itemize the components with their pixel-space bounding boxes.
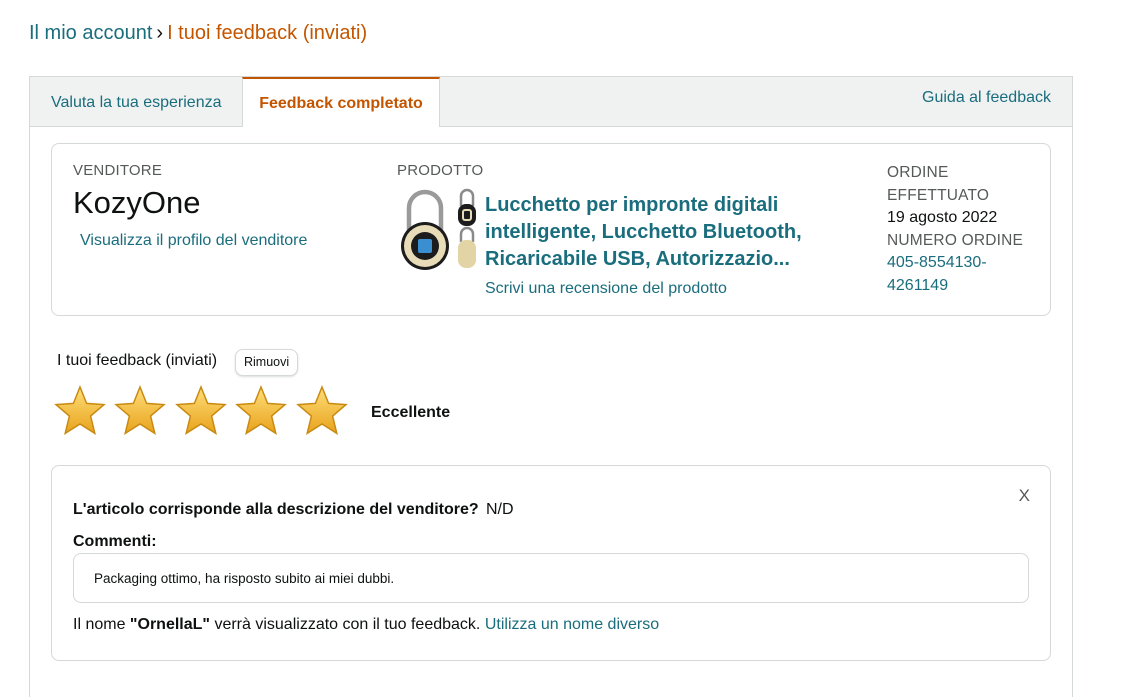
name-suffix: verrà visualizzato con il tuo feedback. xyxy=(214,616,481,633)
star-icon xyxy=(295,385,348,436)
display-name-line: Il nome "OrnellaL" verrà visualizzato co… xyxy=(73,616,659,634)
breadcrumb: Il mio account › I tuoi feedback (inviati) xyxy=(29,22,367,45)
feedback-detail-card: X L'articolo corrisponde alla descrizion… xyxy=(51,465,1051,661)
question-label: L'articolo corrisponde alla descrizione … xyxy=(73,501,479,518)
tab-feedback-completed[interactable]: Feedback completato xyxy=(242,77,440,127)
product-thumbnail[interactable] xyxy=(401,186,485,272)
order-number-label: NUMERO ORDINE xyxy=(887,231,1024,249)
tab-rate-experience[interactable]: Valuta la tua esperienza xyxy=(51,77,221,126)
breadcrumb-my-account-link[interactable]: Il mio account xyxy=(29,22,152,44)
use-different-name-link[interactable]: Utilizza un nome diverso xyxy=(485,616,659,633)
star-icon xyxy=(114,385,167,436)
write-review-link[interactable]: Scrivi una recensione del prodotto xyxy=(485,280,727,298)
name-prefix: Il nome xyxy=(73,616,126,633)
seller-section: VENDITORE KozyOne Visualizza il profilo … xyxy=(73,162,307,250)
feedback-heading: I tuoi feedback (inviati) xyxy=(57,352,218,369)
rating-text: Eccellente xyxy=(371,404,451,421)
breadcrumb-separator: › xyxy=(156,22,164,44)
star-icon xyxy=(175,385,227,436)
star-rating xyxy=(54,385,352,439)
close-icon[interactable]: X xyxy=(1019,486,1030,506)
seller-label: VENDITORE xyxy=(73,162,163,179)
tab-bar: Valuta la tua esperienza Feedback comple… xyxy=(30,77,1072,127)
order-date: 19 agosto 2022 xyxy=(887,209,998,226)
comments-label: Commenti: xyxy=(73,533,157,550)
star-icon xyxy=(235,385,288,436)
question-row: L'articolo corrisponde alla descrizione … xyxy=(73,501,514,519)
order-number-link[interactable]: 405-8554130-4261149 xyxy=(887,252,1037,297)
order-section: ORDINE EFFETTUATO 19 agosto 2022 NUMERO … xyxy=(887,162,1037,297)
feedback-guide-link[interactable]: Guida al feedback xyxy=(922,89,1051,107)
remove-feedback-button[interactable]: Rimuovi xyxy=(235,349,299,376)
star-icon xyxy=(54,385,106,436)
display-name: "OrnellaL" xyxy=(129,616,210,633)
question-answer: N/D xyxy=(486,501,514,518)
breadcrumb-current: I tuoi feedback (inviati) xyxy=(167,22,368,44)
seller-profile-link[interactable]: Visualizza il profilo del venditore xyxy=(80,232,307,250)
order-summary-card: VENDITORE KozyOne Visualizza il profilo … xyxy=(51,143,1051,316)
comment-text: Packaging ottimo, ha risposto subito ai … xyxy=(73,553,1029,603)
product-section: PRODOTTO Lucchetto per impronte digitali… xyxy=(397,162,847,297)
feedback-panel: Valuta la tua esperienza Feedback comple… xyxy=(29,76,1073,697)
seller-name: KozyOne xyxy=(73,185,201,220)
product-label: PRODOTTO xyxy=(397,162,484,179)
order-placed-label: ORDINE EFFETTUATO xyxy=(887,164,990,204)
product-title-link[interactable]: Lucchetto per impronte digitali intellig… xyxy=(485,192,835,273)
